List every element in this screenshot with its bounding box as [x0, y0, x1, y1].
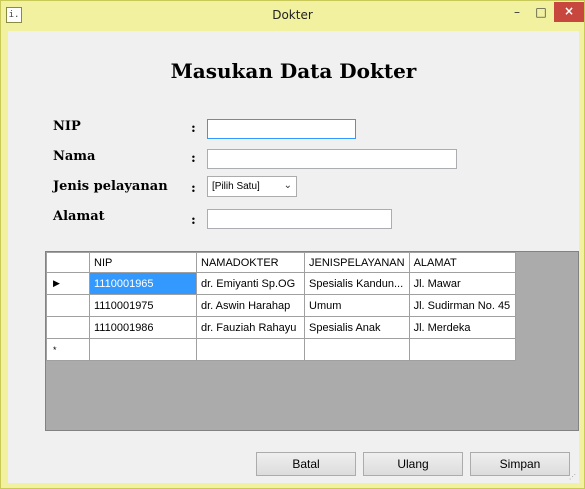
simpan-button[interactable]: Simpan: [470, 452, 570, 476]
table-cell[interactable]: Spesialis Anak: [304, 316, 410, 339]
minimize-icon[interactable]: –: [504, 3, 530, 23]
dokter-data-grid[interactable]: NIP NAMADOKTER JENISPELAYANAN ALAMAT ▶ 1…: [45, 251, 579, 431]
table-cell[interactable]: dr. Emiyanti Sp.OG: [196, 272, 305, 295]
new-row-indicator-icon[interactable]: *: [46, 338, 90, 361]
ulang-button[interactable]: Ulang: [363, 452, 463, 476]
nip-field-box: [207, 119, 356, 139]
table-cell[interactable]: 1110001965: [89, 272, 197, 295]
column-header-nip[interactable]: NIP: [89, 252, 197, 273]
alamat-label: Alamat: [53, 209, 105, 224]
form-body: Masukan Data Dokter NIP : Nama : Jenis p…: [8, 31, 579, 483]
row-header[interactable]: [46, 316, 90, 339]
new-row[interactable]: *: [46, 338, 516, 361]
jenis-selected-value: [Pilih Satu]: [212, 181, 260, 192]
jenis-colon: :: [191, 181, 196, 196]
table-cell[interactable]: 1110001986: [89, 316, 197, 339]
batal-button[interactable]: Batal: [256, 452, 356, 476]
current-row-indicator-icon[interactable]: ▶: [46, 272, 90, 295]
data-table: NIP NAMADOKTER JENISPELAYANAN ALAMAT ▶ 1…: [46, 252, 516, 361]
title-bar[interactable]: i. Dokter – □ ×: [1, 1, 584, 31]
table-row[interactable]: ▶ 1110001965 dr. Emiyanti Sp.OG Spesiali…: [46, 272, 516, 295]
table-cell[interactable]: dr. Fauziah Rahayu: [196, 316, 305, 339]
chevron-down-icon[interactable]: ⌄: [284, 180, 292, 191]
resize-grip-icon[interactable]: ⋰: [569, 473, 578, 482]
close-icon[interactable]: ×: [554, 2, 584, 22]
table-cell[interactable]: [304, 338, 410, 361]
table-cell[interactable]: dr. Aswin Harahap: [196, 294, 305, 317]
table-header-row: NIP NAMADOKTER JENISPELAYANAN ALAMAT: [46, 252, 516, 273]
jenis-pelayanan-label: Jenis pelayanan: [53, 179, 168, 194]
maximize-icon[interactable]: □: [528, 3, 554, 23]
table-cell[interactable]: Jl. Mawar: [408, 272, 516, 295]
nama-field[interactable]: [208, 150, 456, 168]
dokter-window: i. Dokter – □ × Masukan Data Dokter NIP …: [0, 0, 585, 489]
table-cell[interactable]: [196, 338, 305, 361]
nip-field[interactable]: [208, 120, 355, 138]
table-row[interactable]: 1110001986 dr. Fauziah Rahayu Spesialis …: [46, 316, 516, 339]
nip-label: NIP: [53, 119, 81, 134]
window-title: Dokter: [272, 8, 313, 22]
table-cell[interactable]: Jl. Merdeka: [408, 316, 516, 339]
page-title: Masukan Data Dokter: [170, 59, 417, 83]
row-header[interactable]: [46, 294, 90, 317]
nama-colon: :: [191, 151, 196, 166]
column-header-namadokter[interactable]: NAMADOKTER: [196, 252, 305, 273]
table-cell[interactable]: Umum: [304, 294, 410, 317]
alamat-field-box: [207, 209, 392, 229]
column-header-jenispelayanan[interactable]: JENISPELAYANAN: [304, 252, 410, 273]
alamat-colon: :: [191, 213, 196, 228]
table-cell[interactable]: [89, 338, 197, 361]
table-cell[interactable]: 1110001975: [89, 294, 197, 317]
table-row[interactable]: 1110001975 dr. Aswin Harahap Umum Jl. Su…: [46, 294, 516, 317]
table-cell[interactable]: Jl. Sudirman No. 45: [408, 294, 516, 317]
nama-field-box: [207, 149, 457, 169]
row-header-corner[interactable]: [46, 252, 90, 273]
table-cell[interactable]: [408, 338, 516, 361]
table-cell[interactable]: Spesialis Kandun...: [304, 272, 410, 295]
column-header-alamat[interactable]: ALAMAT: [408, 252, 516, 273]
alamat-field[interactable]: [208, 210, 391, 228]
nama-label: Nama: [53, 149, 96, 164]
jenis-pelayanan-dropdown[interactable]: [Pilih Satu] ⌄: [207, 176, 297, 197]
nip-colon: :: [191, 121, 196, 136]
